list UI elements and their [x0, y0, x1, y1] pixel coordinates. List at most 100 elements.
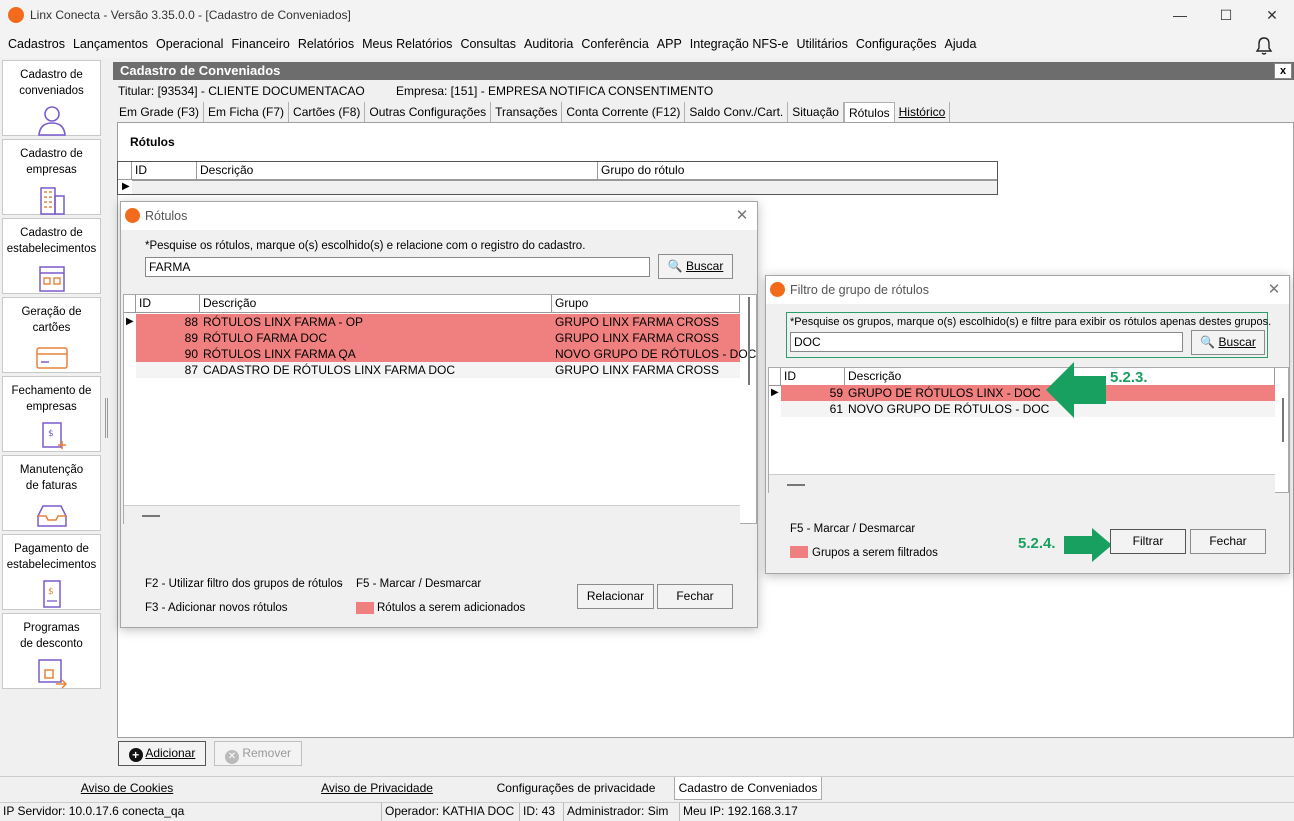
menu-meus-relatorios[interactable]: Meus Relatórios [358, 30, 456, 58]
menu-app[interactable]: APP [653, 30, 686, 58]
horizontal-scrollbar[interactable] [769, 474, 1275, 493]
grid-indicator-col [124, 295, 136, 313]
rotulos-dialog-close[interactable]: ✕ [727, 202, 757, 230]
sidebar-item-estabelecimentos[interactable]: Cadastro de estabelecimentos [2, 218, 101, 294]
sidebar-item-cartoes[interactable]: Geração de cartões [2, 297, 101, 373]
svg-text:$: $ [48, 587, 54, 597]
maximize-button[interactable]: ☐ [1203, 0, 1249, 30]
sidebar-item-label: Geração de cartões [21, 306, 82, 334]
app-logo-icon [125, 208, 140, 223]
tab-conta-corrente[interactable]: Conta Corrente (F12) [562, 102, 686, 123]
form-header: Cadastro de Conveniados [113, 62, 1294, 80]
table-row[interactable]: 59 GRUPO DE RÓTULOS LINX - DOC [781, 385, 1275, 401]
rotulos-col-descricao[interactable]: Descrição [200, 295, 552, 313]
tab-outras-configuracoes[interactable]: Outras Configurações [365, 102, 492, 123]
search-icon: 🔍 [1200, 335, 1216, 349]
tab-saldo[interactable]: Saldo Conv./Cart. [685, 102, 789, 123]
row-indicator-icon: ▶ [771, 387, 779, 398]
menu-lancamentos[interactable]: Lançamentos [69, 30, 152, 58]
form-close-button[interactable]: x [1274, 63, 1292, 79]
tab-cartoes[interactable]: Cartões (F8) [289, 102, 366, 123]
cell-descricao: CADASTRO DE RÓTULOS LINX FARMA DOC [203, 363, 456, 377]
rotulos-search-input[interactable]: FARMA [145, 257, 650, 277]
hint-separator: - [339, 578, 343, 590]
table-row[interactable]: 88 RÓTULOS LINX FARMA - OP GRUPO LINX FA… [136, 314, 740, 330]
sidebar-item-empresas[interactable]: Cadastro de empresas [2, 139, 101, 215]
horizontal-scrollbar[interactable] [124, 505, 740, 524]
filtro-dialog-close[interactable]: ✕ [1259, 276, 1289, 304]
grid-col-id[interactable]: ID [132, 162, 197, 180]
menu-utilitarios[interactable]: Utilitários [792, 30, 851, 58]
cell-descricao: RÓTULOS LINX FARMA - OP [203, 315, 364, 329]
tab-rotulos[interactable]: Rótulos [843, 102, 895, 123]
app-logo-icon [8, 7, 24, 23]
hint-f5: F5 - Marcar / Desmarcar [356, 578, 482, 590]
rotulos-fechar-button[interactable]: Fechar [657, 584, 733, 609]
tab-transacoes[interactable]: Transações [491, 102, 563, 123]
menu-operacional[interactable]: Operacional [152, 30, 227, 58]
rotulos-search-button[interactable]: 🔍 Buscar [658, 254, 733, 279]
cell-id: 88 [184, 315, 198, 329]
filtro-fechar-button[interactable]: Fechar [1190, 529, 1266, 554]
filtro-col-id[interactable]: ID [781, 368, 845, 386]
table-row[interactable]: 87 CADASTRO DE RÓTULOS LINX FARMA DOC GR… [136, 362, 740, 378]
rotulos-col-id[interactable]: ID [136, 295, 200, 313]
relacionar-button[interactable]: Relacionar [577, 584, 654, 609]
table-row[interactable]: 61 NOVO GRUPO DE RÓTULOS - DOC [781, 401, 1275, 417]
empresa-label: Empresa: [151] - EMPRESA NOTIFICA CONSEN… [396, 84, 714, 98]
tab-em-ficha[interactable]: Em Ficha (F7) [204, 102, 290, 123]
sidebar-item-pagamento[interactable]: Pagamento de estabelecimentos $ [2, 534, 101, 610]
sidebar-item-fechamento[interactable]: Fechamento de empresas $ [2, 376, 101, 452]
menu-configuracoes[interactable]: Configurações [852, 30, 941, 58]
privacy-settings-tab[interactable]: Configurações de privacidade [496, 777, 656, 800]
menu-ajuda[interactable]: Ajuda [940, 30, 980, 58]
menu-auditoria[interactable]: Auditoria [520, 30, 577, 58]
table-row[interactable]: 89 RÓTULO FARMA DOC GRUPO LINX FARMA CRO… [136, 330, 740, 346]
privacy-link[interactable]: Aviso de Privacidade [308, 777, 446, 800]
add-button[interactable]: + Adicionar [118, 741, 206, 766]
grid-empty-row[interactable] [132, 180, 997, 194]
search-icon: 🔍 [667, 259, 683, 273]
close-window-button[interactable]: ✕ [1249, 0, 1294, 30]
cell-grupo: GRUPO LINX FARMA CROSS [555, 331, 720, 345]
bell-icon[interactable] [1254, 36, 1274, 56]
row-indicator-icon: ▶ [122, 181, 130, 192]
vertical-scrollbar[interactable] [748, 297, 750, 385]
tab-em-grade[interactable]: Em Grade (F3) [115, 102, 205, 123]
app-logo-icon [770, 282, 785, 297]
cell-descricao: GRUPO DE RÓTULOS LINX - DOC [848, 386, 1041, 400]
sidebar-splitter[interactable] [105, 398, 108, 438]
annotation-arrow-icon [1046, 362, 1106, 418]
sidebar-item-descontos[interactable]: Programas de desconto [2, 613, 101, 689]
cell-descricao: RÓTULOS LINX FARMA QA [203, 347, 356, 361]
menu-relatorios[interactable]: Relatórios [294, 30, 358, 58]
annotation-arrow-icon [1064, 528, 1112, 562]
rotulos-dialog-titlebar: Rótulos ✕ [121, 202, 757, 230]
minimize-button[interactable]: — [1157, 0, 1203, 30]
scrollbar-thumb[interactable] [787, 484, 805, 486]
filtro-search-input[interactable]: DOC [790, 332, 1183, 352]
vertical-scrollbar[interactable] [1282, 398, 1284, 442]
row-indicator-icon: ▶ [126, 316, 134, 327]
filtro-search-button[interactable]: 🔍 Buscar [1191, 330, 1265, 355]
grid-col-descricao[interactable]: Descrição [197, 162, 598, 180]
sidebar-item-conveniados[interactable]: Cadastro de conveniados [2, 60, 101, 136]
filtrar-button[interactable]: Filtrar [1110, 529, 1186, 554]
tab-situacao[interactable]: Situação [788, 102, 844, 123]
rotulos-col-grupo[interactable]: Grupo [552, 295, 740, 313]
grid-col-grupo[interactable]: Grupo do rótulo [598, 162, 997, 180]
conveniados-tab[interactable]: Cadastro de Conveniados [674, 777, 822, 800]
cookies-link[interactable]: Aviso de Cookies [58, 777, 196, 800]
menu-financeiro[interactable]: Financeiro [227, 30, 293, 58]
tab-historico[interactable]: Histórico [894, 102, 951, 123]
remove-button[interactable]: ✕ Remover [214, 741, 302, 766]
menu-cadastros[interactable]: Cadastros [4, 30, 69, 58]
menu-conferencia[interactable]: Conferência [577, 30, 652, 58]
scrollbar-thumb[interactable] [142, 515, 160, 517]
table-row[interactable]: 90 RÓTULOS LINX FARMA QA NOVO GRUPO DE R… [136, 346, 756, 362]
menu-consultas[interactable]: Consultas [456, 30, 520, 58]
sidebar-item-faturas[interactable]: Manutenção de faturas [2, 455, 101, 531]
menu-integracao-nfse[interactable]: Integração NFS-e [686, 30, 793, 58]
filtro-search-label: Buscar [1218, 335, 1256, 349]
sidebar-item-label: Fechamento de empresas [11, 385, 92, 413]
